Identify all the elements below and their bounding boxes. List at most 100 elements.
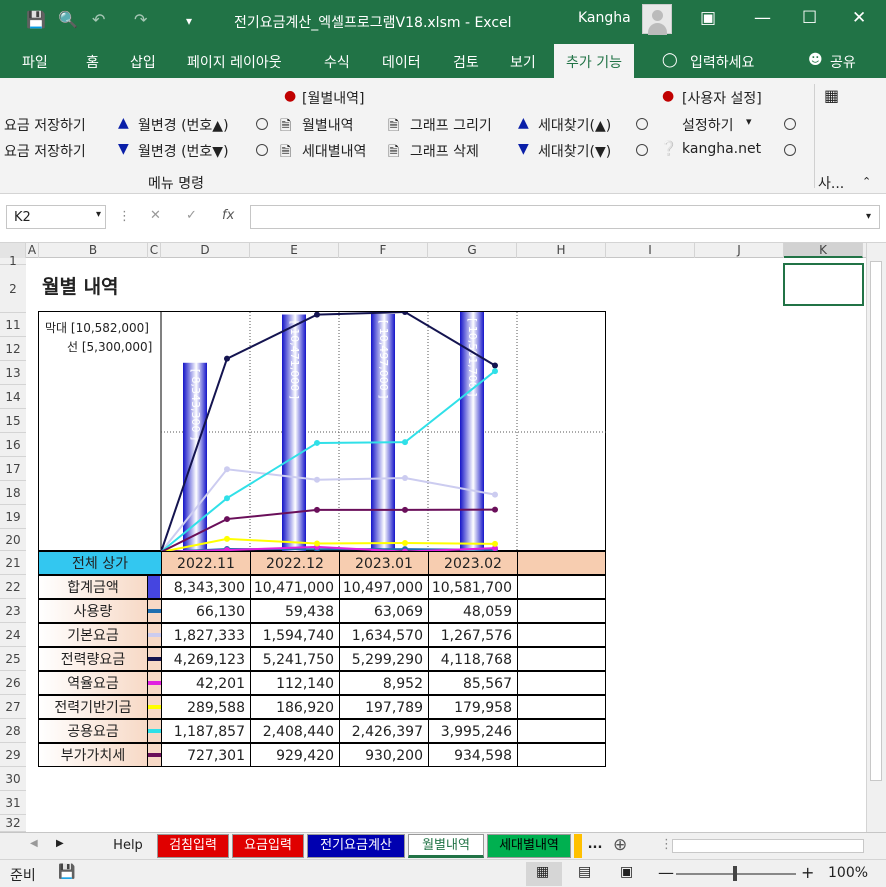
sheet-tab-meter[interactable]: 검침입력 xyxy=(157,834,229,858)
table-cell[interactable]: 929,420 xyxy=(250,743,340,767)
find-up-button[interactable]: 세대찾기(▲) xyxy=(538,115,611,135)
col-a[interactable]: A xyxy=(26,243,39,258)
table-cell[interactable]: 112,140 xyxy=(250,671,340,695)
grid-icon[interactable]: ▦ xyxy=(824,86,839,105)
table-cell-empty[interactable] xyxy=(517,623,606,647)
tab-formulas[interactable]: 수식 xyxy=(324,52,350,72)
site-link[interactable]: kangha.net xyxy=(682,141,761,157)
chevron-down-icon[interactable]: ▾ xyxy=(746,115,752,128)
table-row-label[interactable]: 사용량 xyxy=(38,599,148,623)
table-cell[interactable]: 197,789 xyxy=(339,695,429,719)
table-cell[interactable]: 1,187,857 xyxy=(161,719,251,743)
table-cell[interactable]: 934,598 xyxy=(428,743,518,767)
table-cell[interactable]: 10,497,000 xyxy=(339,575,429,599)
save-button-1[interactable]: 요금 저장하기 xyxy=(4,115,86,135)
radio-6-icon[interactable] xyxy=(784,144,796,160)
month-header[interactable]: 2023.02 xyxy=(428,551,518,575)
series-marker[interactable] xyxy=(147,575,162,599)
tab-page-layout[interactable]: 페이지 레이아웃 xyxy=(187,52,282,72)
col-c[interactable]: C xyxy=(148,243,161,258)
col-k[interactable]: K xyxy=(784,243,863,258)
radio-2-icon[interactable] xyxy=(256,144,268,160)
col-f[interactable]: F xyxy=(339,243,428,258)
save-button-2[interactable]: 요금 저장하기 xyxy=(4,141,86,161)
enter-icon[interactable]: ✓ xyxy=(186,208,197,223)
table-cell[interactable]: 1,827,333 xyxy=(161,623,251,647)
minimize-button[interactable]: — xyxy=(754,8,771,28)
find-down-button[interactable]: 세대찾기(▼) xyxy=(538,141,611,161)
row-header-12[interactable]: 12 xyxy=(0,337,26,361)
table-row-label[interactable]: 부가가치세 xyxy=(38,743,148,767)
table-cell[interactable]: 930,200 xyxy=(339,743,429,767)
table-cell[interactable]: 10,581,700 xyxy=(428,575,518,599)
table-cell[interactable]: 727,301 xyxy=(161,743,251,767)
zoom-level[interactable]: 100% xyxy=(828,865,868,881)
tab-home[interactable]: 홈 xyxy=(86,52,99,72)
table-row-label[interactable]: 전력기반기금 xyxy=(38,695,148,719)
series-marker[interactable] xyxy=(147,719,162,743)
row-header-14[interactable]: 14 xyxy=(0,385,26,409)
row-header-11[interactable]: 11 xyxy=(0,313,26,337)
settings-button[interactable]: 설정하기 xyxy=(682,115,734,135)
table-cell-empty[interactable] xyxy=(517,599,606,623)
empty-header[interactable] xyxy=(517,551,606,575)
table-row-label[interactable]: 기본요금 xyxy=(38,623,148,647)
tab-addins[interactable]: 추가 기능 xyxy=(554,44,634,78)
table-row-label[interactable]: 공용요금 xyxy=(38,719,148,743)
table-cell[interactable]: 85,567 xyxy=(428,671,518,695)
row-header-31[interactable]: 31 xyxy=(0,791,26,815)
col-i[interactable]: I xyxy=(606,243,695,258)
row-header-25[interactable]: 25 xyxy=(0,647,26,671)
table-cell-empty[interactable] xyxy=(517,575,606,599)
graph-draw-button[interactable]: 그래프 그리기 xyxy=(410,115,492,135)
name-box[interactable]: K2 ▾ xyxy=(6,205,106,229)
table-cell[interactable]: 1,594,740 xyxy=(250,623,340,647)
table-cell[interactable]: 3,995,246 xyxy=(428,719,518,743)
series-marker[interactable] xyxy=(147,743,162,767)
col-j[interactable]: J xyxy=(695,243,784,258)
month-header[interactable]: 2022.12 xyxy=(250,551,340,575)
row-header-1[interactable]: 1 xyxy=(0,255,26,267)
row-header-26[interactable]: 26 xyxy=(0,671,26,695)
table-cell[interactable]: 42,201 xyxy=(161,671,251,695)
row-header-13[interactable]: 13 xyxy=(0,361,26,385)
page-break-icon[interactable]: ▣ xyxy=(620,864,633,880)
row-header-20[interactable]: 20 xyxy=(0,529,26,551)
table-cell[interactable]: 5,241,750 xyxy=(250,647,340,671)
table-cell[interactable]: 179,958 xyxy=(428,695,518,719)
save-icon[interactable]: 💾 xyxy=(26,10,46,29)
table-cell[interactable]: 66,130 xyxy=(161,599,251,623)
row-header-17[interactable]: 17 xyxy=(0,457,26,481)
tell-me-input[interactable]: 입력하세요 xyxy=(690,52,754,72)
ribbon-display-icon[interactable]: ▣ xyxy=(700,8,716,28)
radio-5-icon[interactable] xyxy=(784,118,796,134)
table-cell[interactable]: 4,269,123 xyxy=(161,647,251,671)
table-cell[interactable]: 8,952 xyxy=(339,671,429,695)
horizontal-scrollbar[interactable] xyxy=(672,839,864,853)
table-cell-empty[interactable] xyxy=(517,671,606,695)
zoom-in-icon[interactable]: + xyxy=(801,863,814,882)
month-up-button[interactable]: 월변경 (번호▲) xyxy=(138,115,229,135)
maximize-button[interactable]: ☐ xyxy=(802,8,817,28)
tab-file[interactable]: 파일 xyxy=(22,52,48,72)
month-header[interactable]: 2022.11 xyxy=(161,551,251,575)
table-cell[interactable]: 2,408,440 xyxy=(250,719,340,743)
series-marker[interactable] xyxy=(147,599,162,623)
selected-cell-k2[interactable] xyxy=(783,263,864,306)
row-header-22[interactable]: 22 xyxy=(0,575,26,599)
formula-input[interactable] xyxy=(250,205,880,229)
table-cell[interactable]: 8,343,300 xyxy=(161,575,251,599)
table-cell[interactable]: 1,267,576 xyxy=(428,623,518,647)
radio-1-icon[interactable] xyxy=(256,118,268,134)
table-cell[interactable]: 289,588 xyxy=(161,695,251,719)
table-cell[interactable]: 2,426,397 xyxy=(339,719,429,743)
sheet-tab-hidden[interactable] xyxy=(574,834,582,858)
table-cell-empty[interactable] xyxy=(517,743,606,767)
add-sheet-icon[interactable]: ⊕ xyxy=(613,835,627,855)
month-header[interactable]: 2023.01 xyxy=(339,551,429,575)
normal-view-button[interactable]: ▦ xyxy=(526,862,562,886)
series-marker[interactable] xyxy=(147,671,162,695)
series-marker[interactable] xyxy=(147,647,162,671)
col-g[interactable]: G xyxy=(428,243,517,258)
collapse-ribbon-icon[interactable]: ⌃ xyxy=(862,175,871,188)
